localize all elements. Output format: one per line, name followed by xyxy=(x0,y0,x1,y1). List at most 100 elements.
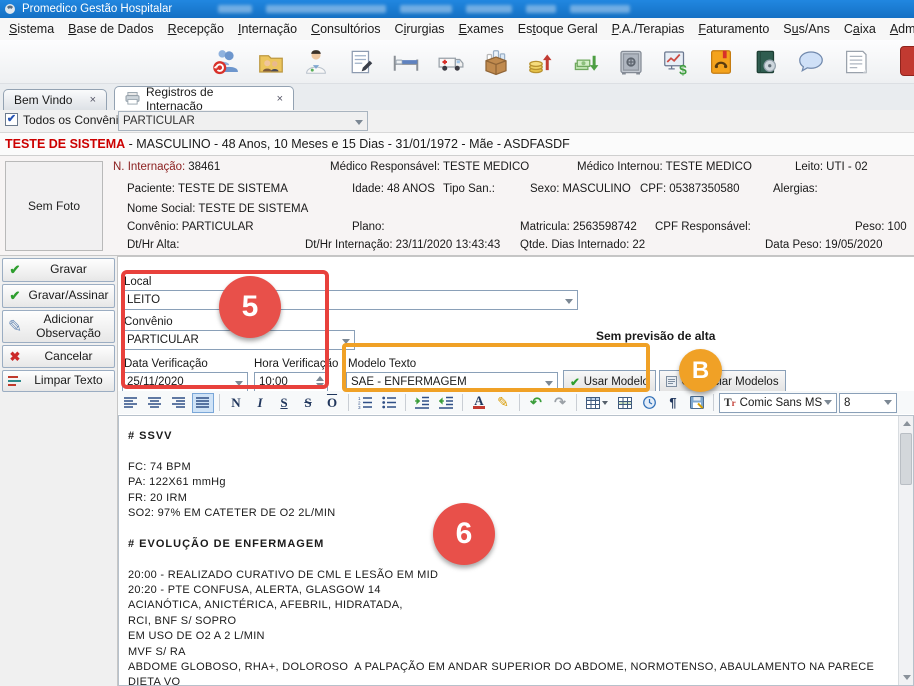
scroll-up-icon[interactable] xyxy=(899,416,914,431)
tab-close-icon[interactable]: × xyxy=(277,93,283,105)
field-paciente: Paciente:TESTE DE SISTEMA xyxy=(127,183,288,195)
data-verificacao-label: Data Verificação xyxy=(124,358,208,370)
menu-recepcao[interactable]: Recepção xyxy=(161,18,231,40)
tab-close-icon[interactable]: × xyxy=(90,94,96,106)
editor-line: EM USO DE O2 A 2 L/MIN xyxy=(128,629,893,644)
paragraph-marks-button[interactable]: ¶ xyxy=(662,393,684,413)
scrollbar-thumb[interactable] xyxy=(900,433,912,485)
field-qtde-dias-internado: Qtde. Dias Internado:22 xyxy=(520,239,645,251)
patient-header: TESTE DE SISTEMA - MASCULINO - 48 Anos, … xyxy=(0,132,914,155)
patients-sync-icon[interactable] xyxy=(208,43,244,81)
chat-icon[interactable] xyxy=(793,43,829,81)
field-plano: Plano: xyxy=(352,221,388,233)
revenue-up-icon[interactable] xyxy=(523,43,559,81)
indent-increase-button[interactable] xyxy=(411,393,433,413)
data-verificacao-select[interactable]: 25/11/2020 xyxy=(122,372,248,392)
bullet-list-button[interactable] xyxy=(378,393,400,413)
local-label: Local xyxy=(124,276,152,288)
tab-bem-vindo[interactable]: Bem Vindo × xyxy=(3,89,107,110)
spinner-up-icon[interactable] xyxy=(316,376,324,381)
vertical-scrollbar[interactable] xyxy=(898,416,913,685)
medical-record-icon[interactable] xyxy=(343,43,379,81)
menu-administracao[interactable]: Administração xyxy=(883,18,914,40)
bold-button[interactable]: N xyxy=(225,393,247,413)
todos-convenios-label: Todos os Convênios xyxy=(23,113,131,127)
patient-records-icon[interactable] xyxy=(253,43,289,81)
evolution-text-editor[interactable]: # SSVV FC: 74 BPM PA: 122X61 mmHg FR: 20… xyxy=(118,415,914,686)
adicionar-observacao-button[interactable]: ✎ Adicionar Observação xyxy=(2,310,115,343)
insert-table-button[interactable] xyxy=(582,393,612,413)
safe-icon[interactable] xyxy=(613,43,649,81)
font-color-button[interactable]: A xyxy=(468,393,490,413)
menu-estoque-geral[interactable]: Estoque Geral xyxy=(511,18,605,40)
gerenciar-modelos-button[interactable]: Gerenciar Modelos xyxy=(659,370,786,393)
todos-convenios-checkbox[interactable]: ✔ xyxy=(5,113,18,126)
scroll-down-icon[interactable] xyxy=(899,670,914,685)
phone-book-icon[interactable] xyxy=(703,43,739,81)
toolbar-separator xyxy=(219,394,220,411)
align-justify-button[interactable] xyxy=(192,393,214,413)
numbered-list-button[interactable]: 123 xyxy=(354,393,376,413)
toolbar-separator xyxy=(576,394,577,411)
hospital-bed-icon[interactable] xyxy=(388,43,424,81)
usar-modelo-button[interactable]: ✔ Usar Modelo xyxy=(563,370,656,393)
field-nome-social: Nome Social:TESTE DE SISTEMA xyxy=(127,203,308,215)
menu-faturamento[interactable]: Faturamento xyxy=(691,18,776,40)
time-button[interactable] xyxy=(638,393,660,413)
tab-registros-de-internacao[interactable]: Registros de Internação × xyxy=(114,86,294,110)
overline-button[interactable]: O xyxy=(321,393,343,413)
italic-button[interactable]: I xyxy=(249,393,271,413)
font-family-select[interactable]: Tr Comic Sans MS xyxy=(719,393,837,413)
align-center-button[interactable] xyxy=(144,393,166,413)
menu-sus-ans[interactable]: Sus/Ans xyxy=(776,18,837,40)
align-right-button[interactable] xyxy=(168,393,190,413)
align-left-button[interactable] xyxy=(120,393,142,413)
insert-row-button[interactable] xyxy=(614,393,636,413)
editor-line: FR: 20 IRM xyxy=(128,491,893,506)
undo-button[interactable]: ↶ xyxy=(525,393,547,413)
manage-models-icon xyxy=(666,376,677,387)
menu-exames[interactable]: Exames xyxy=(452,18,511,40)
gravar-assinar-button[interactable]: ✔ Gravar/Assinar xyxy=(2,284,115,308)
menu-consultorios[interactable]: Consultórios xyxy=(304,18,387,40)
field-idade: Idade:48 ANOS xyxy=(352,183,435,195)
menu-bar: Sistema Base de Dados Recepção Internaçã… xyxy=(0,18,914,40)
exit-icon[interactable] xyxy=(900,46,914,76)
menu-cirurgias[interactable]: Cirurgias xyxy=(388,18,452,40)
font-size-select[interactable]: 8 xyxy=(839,393,897,413)
strikethrough-button[interactable]: S xyxy=(297,393,319,413)
gravar-button[interactable]: ✔ Gravar xyxy=(2,258,115,282)
modelo-texto-select[interactable]: SAE - ENFERMAGEM xyxy=(346,372,558,392)
expense-down-icon[interactable] xyxy=(568,43,604,81)
window-title: Promedico Gestão Hospitalar xyxy=(22,3,172,15)
cancelar-button[interactable]: ✖ Cancelar xyxy=(2,345,115,368)
spinner-down-icon[interactable] xyxy=(316,383,324,388)
patient-info-panel: Sem Foto N. Internação:38461 Médico Resp… xyxy=(0,155,914,256)
menu-sistema[interactable]: Sistema xyxy=(2,18,61,40)
editor-line: 20:20 - PTE CONFUSA, ALERTA, GLASGOW 14 xyxy=(128,583,893,598)
menu-pa-terapias[interactable]: P.A./Terapias xyxy=(605,18,692,40)
save-text-button[interactable] xyxy=(686,393,708,413)
invoice-icon[interactable] xyxy=(838,43,874,81)
redacted-title-text xyxy=(218,5,630,13)
menu-base-de-dados[interactable]: Base de Dados xyxy=(61,18,160,40)
highlight-button[interactable]: ✎ xyxy=(492,393,514,413)
redo-button[interactable]: ↷ xyxy=(549,393,571,413)
svg-text:3: 3 xyxy=(358,405,361,409)
field-dthr-alta: Dt/Hr Alta: xyxy=(127,239,182,251)
menu-caixa[interactable]: Caixa xyxy=(837,18,883,40)
indent-decrease-button[interactable] xyxy=(435,393,457,413)
underline-button[interactable]: S xyxy=(273,393,295,413)
menu-internacao[interactable]: Internação xyxy=(231,18,304,40)
financial-chart-icon[interactable]: $ xyxy=(658,43,694,81)
doctor-icon[interactable] xyxy=(298,43,334,81)
manual-book-icon[interactable] xyxy=(748,43,784,81)
hora-verificacao-spinner[interactable]: 10:00 xyxy=(254,372,328,392)
local-select[interactable]: LEITO xyxy=(122,290,578,310)
field-matricula: Matricula:2563598742 xyxy=(520,221,637,233)
convenio-label: Convênio xyxy=(124,316,173,328)
ambulance-icon[interactable] xyxy=(433,43,469,81)
pharmacy-stock-icon[interactable] xyxy=(478,43,514,81)
convenio-filter-select[interactable]: PARTICULAR xyxy=(118,111,368,131)
limpar-texto-button[interactable]: Limpar Texto xyxy=(2,370,115,392)
